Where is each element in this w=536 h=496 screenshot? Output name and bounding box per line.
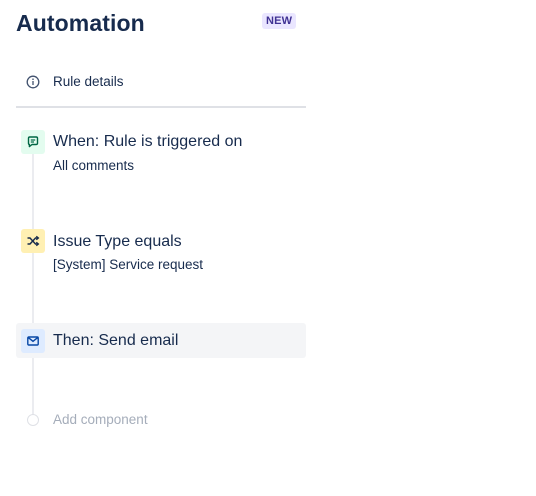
trigger-step[interactable]: When: Rule is triggered on All comments [16, 128, 306, 178]
rule-details-label: Rule details [53, 74, 124, 89]
condition-title: Issue Type equals [53, 233, 182, 250]
info-icon [26, 75, 40, 89]
divider [16, 106, 306, 108]
add-component-circle-icon [27, 414, 39, 426]
add-component-button[interactable]: Add component [16, 408, 306, 434]
new-badge: NEW [262, 13, 297, 29]
trigger-title: When: Rule is triggered on [53, 133, 243, 150]
flow-connector-line [32, 150, 34, 415]
action-icon-box [21, 329, 45, 353]
trigger-icon-box [21, 130, 45, 154]
condition-subtitle: [System] Service request [53, 257, 204, 272]
email-icon [27, 336, 39, 346]
trigger-subtitle: All comments [53, 158, 135, 173]
add-component-label: Add component [53, 412, 148, 427]
shuffle-icon [27, 235, 40, 247]
page-header: Automation NEW [16, 6, 306, 40]
page-title: Automation [16, 10, 145, 36]
rule-details-link[interactable]: Rule details [16, 68, 306, 98]
comment-icon [27, 136, 39, 148]
action-step[interactable]: Then: Send email [16, 323, 306, 358]
condition-step[interactable]: Issue Type equals [System] Service reque… [16, 228, 306, 278]
action-title: Then: Send email [53, 332, 179, 349]
condition-icon-box [21, 229, 45, 253]
